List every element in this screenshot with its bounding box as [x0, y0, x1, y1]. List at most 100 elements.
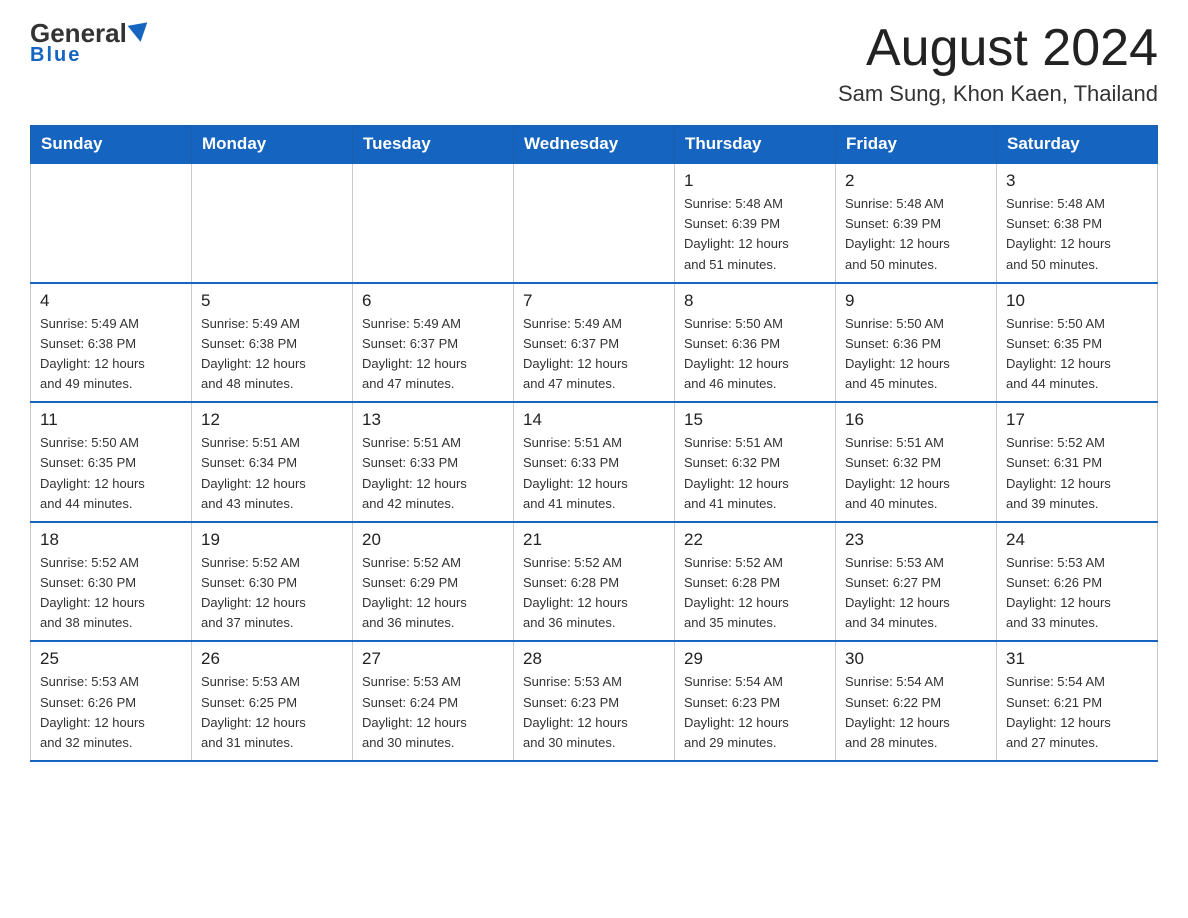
calendar-cell: 16Sunrise: 5:51 AMSunset: 6:32 PMDayligh…: [836, 402, 997, 522]
day-info: Sunrise: 5:53 AMSunset: 6:26 PMDaylight:…: [1006, 553, 1148, 634]
day-info: Sunrise: 5:52 AMSunset: 6:28 PMDaylight:…: [523, 553, 665, 634]
day-number: 13: [362, 410, 504, 430]
calendar-header-monday: Monday: [192, 126, 353, 164]
calendar-cell: 7 Sunrise: 5:49 AMSunset: 6:37 PMDaylight…: [514, 283, 675, 403]
calendar-cell: 22Sunrise: 5:52 AMSunset: 6:28 PMDayligh…: [675, 522, 836, 642]
calendar-cell: 30 Sunrise: 5:54 AMSunset: 6:22 PMDayligh…: [836, 641, 997, 761]
calendar-cell: 24 Sunrise: 5:53 AMSunset: 6:26 PMDayligh…: [997, 522, 1158, 642]
day-number: 8: [684, 291, 826, 311]
calendar-cell: 2 Sunrise: 5:48 AMSunset: 6:39 PMDaylight…: [836, 163, 997, 283]
day-info: Sunrise: 5:51 AMSunset: 6:34 PMDaylight:…: [201, 433, 343, 514]
logo: General Blue: [30, 20, 149, 67]
day-info: Sunrise: 5:53 AMSunset: 6:27 PMDaylight:…: [845, 553, 987, 634]
day-info: Sunrise: 5:51 AMSunset: 6:33 PMDaylight:…: [362, 433, 504, 514]
calendar-header-saturday: Saturday: [997, 126, 1158, 164]
logo-general: General: [30, 20, 127, 46]
calendar-cell: 10Sunrise: 5:50 AMSunset: 6:35 PMDayligh…: [997, 283, 1158, 403]
calendar-cell: [192, 163, 353, 283]
day-info: Sunrise: 5:54 AMSunset: 6:23 PMDaylight:…: [684, 672, 826, 753]
calendar-cell: 12 Sunrise: 5:51 AMSunset: 6:34 PMDayligh…: [192, 402, 353, 522]
day-info: Sunrise: 5:54 AMSunset: 6:22 PMDaylight:…: [845, 672, 987, 753]
day-info: Sunrise: 5:50 AMSunset: 6:35 PMDaylight:…: [1006, 314, 1148, 395]
day-number: 4: [40, 291, 182, 311]
day-info: Sunrise: 5:49 AMSunset: 6:37 PMDaylight:…: [362, 314, 504, 395]
calendar-cell: 26 Sunrise: 5:53 AMSunset: 6:25 PMDayligh…: [192, 641, 353, 761]
day-number: 6: [362, 291, 504, 311]
day-info: Sunrise: 5:48 AMSunset: 6:39 PMDaylight:…: [845, 194, 987, 275]
day-number: 31: [1006, 649, 1148, 669]
day-info: Sunrise: 5:48 AMSunset: 6:38 PMDaylight:…: [1006, 194, 1148, 275]
calendar-week-3: 11Sunrise: 5:50 AMSunset: 6:35 PMDayligh…: [31, 402, 1158, 522]
day-number: 2: [845, 171, 987, 191]
calendar-cell: 8 Sunrise: 5:50 AMSunset: 6:36 PMDaylight…: [675, 283, 836, 403]
calendar-header-thursday: Thursday: [675, 126, 836, 164]
day-info: Sunrise: 5:50 AMSunset: 6:36 PMDaylight:…: [845, 314, 987, 395]
calendar-cell: [514, 163, 675, 283]
day-number: 3: [1006, 171, 1148, 191]
day-info: Sunrise: 5:53 AMSunset: 6:25 PMDaylight:…: [201, 672, 343, 753]
day-info: Sunrise: 5:49 AMSunset: 6:37 PMDaylight:…: [523, 314, 665, 395]
calendar-cell: 5 Sunrise: 5:49 AMSunset: 6:38 PMDaylight…: [192, 283, 353, 403]
logo-text: General: [30, 20, 149, 46]
calendar-cell: 3 Sunrise: 5:48 AMSunset: 6:38 PMDaylight…: [997, 163, 1158, 283]
day-number: 29: [684, 649, 826, 669]
calendar-cell: 23 Sunrise: 5:53 AMSunset: 6:27 PMDayligh…: [836, 522, 997, 642]
day-info: Sunrise: 5:50 AMSunset: 6:36 PMDaylight:…: [684, 314, 826, 395]
day-info: Sunrise: 5:52 AMSunset: 6:29 PMDaylight:…: [362, 553, 504, 634]
calendar-week-4: 18 Sunrise: 5:52 AMSunset: 6:30 PMDayligh…: [31, 522, 1158, 642]
day-number: 21: [523, 530, 665, 550]
calendar-week-1: 1Sunrise: 5:48 AMSunset: 6:39 PMDaylight…: [31, 163, 1158, 283]
day-number: 30: [845, 649, 987, 669]
calendar-cell: 27 Sunrise: 5:53 AMSunset: 6:24 PMDayligh…: [353, 641, 514, 761]
calendar-cell: 6 Sunrise: 5:49 AMSunset: 6:37 PMDaylight…: [353, 283, 514, 403]
calendar-cell: 15 Sunrise: 5:51 AMSunset: 6:32 PMDayligh…: [675, 402, 836, 522]
day-number: 19: [201, 530, 343, 550]
calendar-cell: 31 Sunrise: 5:54 AMSunset: 6:21 PMDayligh…: [997, 641, 1158, 761]
calendar-week-2: 4 Sunrise: 5:49 AMSunset: 6:38 PMDaylight…: [31, 283, 1158, 403]
day-info: Sunrise: 5:52 AMSunset: 6:28 PMDaylight:…: [684, 553, 826, 634]
calendar-cell: 14Sunrise: 5:51 AMSunset: 6:33 PMDayligh…: [514, 402, 675, 522]
day-info: Sunrise: 5:52 AMSunset: 6:31 PMDaylight:…: [1006, 433, 1148, 514]
day-number: 18: [40, 530, 182, 550]
day-number: 12: [201, 410, 343, 430]
calendar-cell: 18 Sunrise: 5:52 AMSunset: 6:30 PMDayligh…: [31, 522, 192, 642]
day-number: 20: [362, 530, 504, 550]
page-header: General Blue August 2024 Sam Sung, Khon …: [30, 20, 1158, 107]
day-info: Sunrise: 5:53 AMSunset: 6:24 PMDaylight:…: [362, 672, 504, 753]
calendar-table: SundayMondayTuesdayWednesdayThursdayFrid…: [30, 125, 1158, 762]
day-info: Sunrise: 5:54 AMSunset: 6:21 PMDaylight:…: [1006, 672, 1148, 753]
day-number: 27: [362, 649, 504, 669]
day-number: 16: [845, 410, 987, 430]
day-info: Sunrise: 5:48 AMSunset: 6:39 PMDaylight:…: [684, 194, 826, 275]
day-number: 26: [201, 649, 343, 669]
location-subtitle: Sam Sung, Khon Kaen, Thailand: [838, 81, 1158, 107]
day-info: Sunrise: 5:50 AMSunset: 6:35 PMDaylight:…: [40, 433, 182, 514]
calendar-cell: 11Sunrise: 5:50 AMSunset: 6:35 PMDayligh…: [31, 402, 192, 522]
day-number: 5: [201, 291, 343, 311]
calendar-cell: 13 Sunrise: 5:51 AMSunset: 6:33 PMDayligh…: [353, 402, 514, 522]
calendar-cell: [353, 163, 514, 283]
month-title: August 2024: [838, 20, 1158, 77]
calendar-cell: 25Sunrise: 5:53 AMSunset: 6:26 PMDayligh…: [31, 641, 192, 761]
day-info: Sunrise: 5:51 AMSunset: 6:32 PMDaylight:…: [684, 433, 826, 514]
day-number: 7: [523, 291, 665, 311]
calendar-cell: [31, 163, 192, 283]
day-info: Sunrise: 5:53 AMSunset: 6:23 PMDaylight:…: [523, 672, 665, 753]
day-number: 15: [684, 410, 826, 430]
calendar-header-row: SundayMondayTuesdayWednesdayThursdayFrid…: [31, 126, 1158, 164]
day-number: 17: [1006, 410, 1148, 430]
calendar-cell: 9 Sunrise: 5:50 AMSunset: 6:36 PMDaylight…: [836, 283, 997, 403]
day-info: Sunrise: 5:52 AMSunset: 6:30 PMDaylight:…: [201, 553, 343, 634]
calendar-header-sunday: Sunday: [31, 126, 192, 164]
day-number: 14: [523, 410, 665, 430]
calendar-cell: 20 Sunrise: 5:52 AMSunset: 6:29 PMDayligh…: [353, 522, 514, 642]
day-number: 23: [845, 530, 987, 550]
day-number: 25: [40, 649, 182, 669]
day-info: Sunrise: 5:52 AMSunset: 6:30 PMDaylight:…: [40, 553, 182, 634]
day-number: 24: [1006, 530, 1148, 550]
day-info: Sunrise: 5:49 AMSunset: 6:38 PMDaylight:…: [201, 314, 343, 395]
logo-blue: Blue: [30, 44, 81, 67]
calendar-week-5: 25Sunrise: 5:53 AMSunset: 6:26 PMDayligh…: [31, 641, 1158, 761]
calendar-cell: 17 Sunrise: 5:52 AMSunset: 6:31 PMDayligh…: [997, 402, 1158, 522]
day-number: 9: [845, 291, 987, 311]
